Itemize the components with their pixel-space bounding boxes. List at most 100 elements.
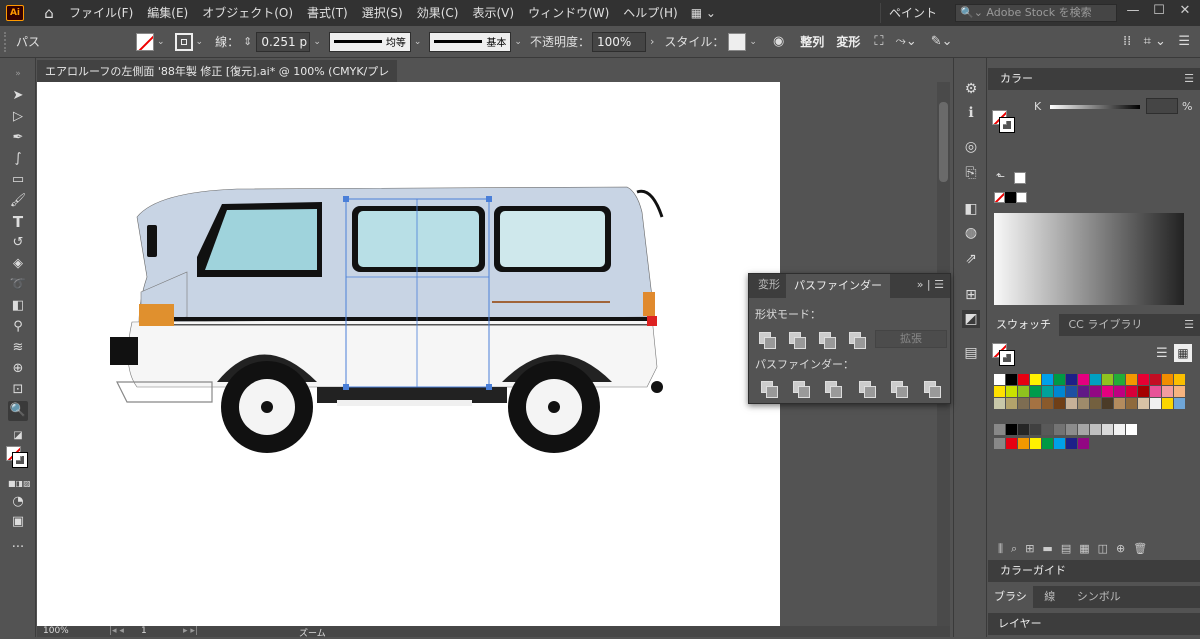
k-slider[interactable] — [1050, 105, 1140, 109]
transform-button[interactable]: 変形 — [836, 33, 860, 50]
out-of-gamut-icon[interactable]: ⬑ — [996, 170, 1005, 183]
export-icon[interactable]: ⇗ — [962, 250, 980, 268]
layers-title[interactable]: レイヤー — [988, 617, 1042, 630]
recolor-artwork-icon[interactable]: ◉ — [773, 34, 784, 49]
chevron-down-icon[interactable]: ⌄ — [313, 37, 321, 47]
swatch[interactable] — [1006, 386, 1017, 397]
chevron-down-icon[interactable]: ⌄ — [414, 37, 422, 47]
gradient-panel-icon[interactable]: ◍ — [962, 224, 980, 242]
van-illustration[interactable] — [37, 82, 780, 626]
eyedropper-tool-icon[interactable]: ⚲ — [8, 317, 28, 337]
swatch[interactable] — [1114, 386, 1125, 397]
tab-cc-libraries[interactable]: CC ライブラリ — [1063, 318, 1143, 331]
menu-effect[interactable]: 効果(C) — [410, 0, 466, 26]
swatch-group-folder-icon[interactable] — [994, 438, 1005, 449]
swatch[interactable] — [1030, 386, 1041, 397]
swatch[interactable] — [1054, 424, 1065, 435]
grid-view-icon[interactable]: ▦ — [1174, 344, 1192, 362]
color-mode-buttons[interactable]: ■◨▨ — [8, 474, 31, 494]
swatch[interactable] — [1162, 374, 1173, 385]
divide-icon[interactable] — [761, 381, 778, 398]
panel-menu-icon[interactable]: » | ☰ — [917, 274, 944, 296]
puppet-warp-icon[interactable]: ✎⌄ — [931, 34, 953, 49]
menu-view[interactable]: 表示(V) — [465, 0, 521, 26]
collapse-toolbar-icon[interactable]: » — [8, 64, 28, 84]
swatch[interactable] — [1174, 398, 1185, 409]
workspace-switcher[interactable]: ペイント ⌄ — [880, 3, 944, 40]
appearance-icon[interactable]: ⚙ — [962, 80, 980, 98]
swatch[interactable] — [1018, 386, 1029, 397]
swatch[interactable] — [1030, 424, 1041, 435]
panel-fill-stroke[interactable] — [992, 110, 1015, 133]
maximize-button[interactable]: ☐ — [1146, 0, 1172, 22]
menu-object[interactable]: オブジェクト(O) — [195, 0, 300, 26]
menu-type[interactable]: 書式(T) — [300, 0, 355, 26]
intersect-icon[interactable] — [819, 332, 836, 349]
swatch[interactable] — [1138, 398, 1149, 409]
swatch[interactable] — [1042, 424, 1053, 435]
scrollbar-thumb[interactable] — [939, 102, 948, 182]
pen-tool-icon[interactable]: ✒ — [8, 128, 28, 148]
align-button[interactable]: 整列 — [800, 33, 824, 50]
swatch[interactable] — [1066, 424, 1077, 435]
chevron-down-icon[interactable]: ⌄ — [196, 37, 204, 47]
info-icon[interactable]: ℹ — [962, 104, 980, 122]
document-tab[interactable]: エアロルーフの左側面 '88年製 修正 [復元].ai* @ 100% (CMY… — [37, 58, 397, 102]
width-tool-icon[interactable]: ≋ — [8, 338, 28, 358]
swatch[interactable] — [1138, 374, 1149, 385]
artboard-number[interactable]: 1 — [141, 626, 147, 636]
swatch[interactable] — [1114, 424, 1125, 435]
white-swatch[interactable] — [1016, 192, 1027, 203]
artboard-tool-icon[interactable]: ⊡ — [8, 380, 28, 400]
envelope-distort-icon[interactable]: ⤳⌄ — [895, 34, 916, 49]
minus-back-icon[interactable] — [924, 381, 941, 398]
swatch[interactable] — [1066, 386, 1077, 397]
close-button[interactable]: ✕ — [1172, 0, 1198, 22]
swatch[interactable] — [1078, 374, 1089, 385]
lasso-tool-icon[interactable]: ➰ — [8, 275, 28, 295]
transform-panel-icon[interactable]: ⊞ — [962, 286, 980, 304]
swatch[interactable] — [1054, 386, 1065, 397]
crop-icon[interactable] — [859, 381, 876, 398]
swatch[interactable] — [1126, 424, 1137, 435]
trim-icon[interactable] — [793, 381, 810, 398]
transparency-icon[interactable]: ◧ — [962, 200, 980, 218]
swatch[interactable] — [1006, 374, 1017, 385]
swatch[interactable] — [1042, 374, 1053, 385]
swatch[interactable] — [1126, 398, 1137, 409]
swatch[interactable] — [1090, 386, 1101, 397]
swatch[interactable] — [1102, 398, 1113, 409]
arrange-icons[interactable]: ⁞⁞ ⌗ ⌄ ☰ — [1123, 34, 1190, 49]
fill-swatch[interactable] — [136, 32, 154, 51]
shape-builder-tool-icon[interactable]: ⊕ — [8, 359, 28, 379]
selection-tool-icon[interactable]: ➤ — [8, 86, 28, 106]
swatch[interactable] — [1114, 398, 1125, 409]
draw-mode-icon[interactable]: ◔ — [8, 492, 28, 512]
edit-toolbar-icon[interactable]: ··· — [8, 538, 28, 558]
home-icon[interactable]: ⌂ — [36, 2, 62, 24]
swatch[interactable] — [1018, 424, 1029, 435]
align-panel-icon[interactable]: ▤ — [962, 344, 980, 362]
menu-window[interactable]: ウィンドウ(W) — [521, 0, 616, 26]
pathfinder-panel-icon[interactable]: ◩ — [962, 310, 980, 328]
menu-file[interactable]: ファイル(F) — [62, 0, 140, 26]
curvature-tool-icon[interactable]: ∫ — [8, 149, 28, 169]
swatch[interactable] — [1066, 438, 1077, 449]
stroke-swatch[interactable] — [174, 32, 193, 51]
swatch[interactable] — [1150, 398, 1161, 409]
grip-handle[interactable] — [4, 31, 8, 52]
swatch[interactable] — [1066, 398, 1077, 409]
swatch[interactable] — [1042, 438, 1053, 449]
swatch[interactable] — [1102, 386, 1113, 397]
expand-button[interactable]: 拡張 — [875, 330, 947, 348]
swatch[interactable] — [1030, 438, 1041, 449]
zoom-tool-icon[interactable]: 🔍 — [8, 401, 28, 421]
zoom-level[interactable]: 100% — [43, 626, 69, 636]
black-swatch[interactable] — [1005, 192, 1016, 203]
chevron-down-icon[interactable]: ⌄ — [749, 37, 757, 47]
panel-menu-icon[interactable]: ☰ — [1184, 314, 1194, 336]
swatch[interactable] — [1090, 424, 1101, 435]
tab-transform[interactable]: 変形 — [758, 274, 780, 296]
artboard[interactable] — [37, 82, 780, 626]
swatch-actions-bar[interactable]: ⫼⌕⊞▬▤▦◫⊕🗑 — [998, 542, 1155, 556]
